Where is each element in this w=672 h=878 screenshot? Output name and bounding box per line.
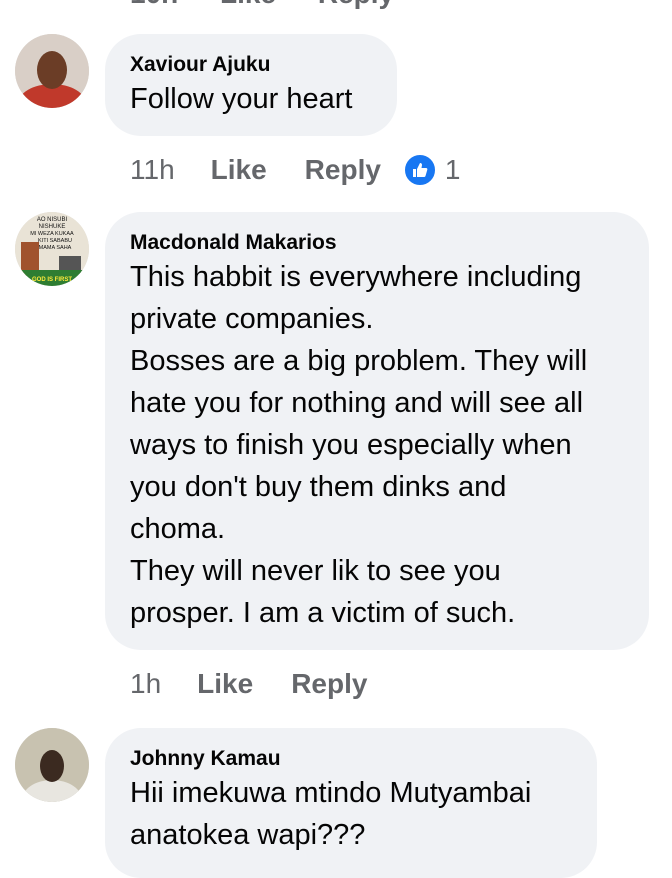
avatar[interactable] bbox=[15, 728, 89, 802]
comment-text: Hii imekuwa mtindo Mutyambai anatokea wa… bbox=[130, 777, 532, 851]
like-button[interactable]: Like bbox=[211, 154, 267, 186]
avatar[interactable]: AO NISUBI NISHUKE MI WEZA KUKAA KITI SAB… bbox=[15, 212, 89, 286]
svg-text:MI WEZA KUKAA: MI WEZA KUKAA bbox=[30, 231, 74, 237]
svg-text:NISHUKE: NISHUKE bbox=[39, 224, 66, 230]
reply-button[interactable]: Reply bbox=[305, 154, 381, 186]
thumbs-up-icon bbox=[402, 153, 437, 187]
comment-author[interactable]: Macdonald Makarios bbox=[130, 230, 623, 256]
comment-bubble: Xaviour Ajuku Follow your heart bbox=[105, 34, 397, 136]
previous-reply-button[interactable]: Reply bbox=[318, 0, 394, 9]
svg-text:MAMA SAHA: MAMA SAHA bbox=[39, 245, 72, 251]
svg-text:GOD IS FIRST: GOD IS FIRST bbox=[32, 277, 72, 283]
comment-author[interactable]: Xaviour Ajuku bbox=[130, 52, 371, 78]
previous-comment-actions: 10h Like Reply bbox=[130, 0, 428, 10]
previous-time: 10h bbox=[130, 0, 178, 9]
comment-author[interactable]: Johnny Kamau bbox=[130, 746, 571, 772]
reaction-count: 1 bbox=[444, 154, 461, 185]
reaction-summary[interactable]: 1 bbox=[402, 153, 461, 187]
poster-avatar-icon: AO NISUBI NISHUKE MI WEZA KUKAA KITI SAB… bbox=[15, 212, 89, 286]
comment-bubble: Macdonald Makarios This habbit is everyw… bbox=[105, 212, 649, 650]
person-avatar-icon bbox=[15, 34, 89, 108]
comment-time[interactable]: 1h bbox=[130, 668, 161, 700]
comment-actions: 1h Like Reply bbox=[130, 668, 405, 700]
reply-button[interactable]: Reply bbox=[291, 668, 367, 700]
comment-time[interactable]: 11h bbox=[130, 154, 175, 186]
avatar[interactable] bbox=[15, 34, 89, 108]
comment-text: This habbit is everywhere including priv… bbox=[130, 261, 588, 629]
comment-actions: 11h Like Reply 1 bbox=[130, 153, 461, 187]
previous-like-button[interactable]: Like bbox=[220, 0, 276, 9]
comment-bubble: Johnny Kamau Hii imekuwa mtindo Mutyamba… bbox=[105, 728, 597, 878]
person-avatar-icon bbox=[15, 728, 89, 802]
comment-text: Follow your heart bbox=[130, 83, 353, 115]
like-button[interactable]: Like bbox=[197, 668, 253, 700]
svg-text:KITI SABABU: KITI SABABU bbox=[38, 238, 72, 244]
svg-text:AO NISUBI: AO NISUBI bbox=[37, 217, 68, 223]
